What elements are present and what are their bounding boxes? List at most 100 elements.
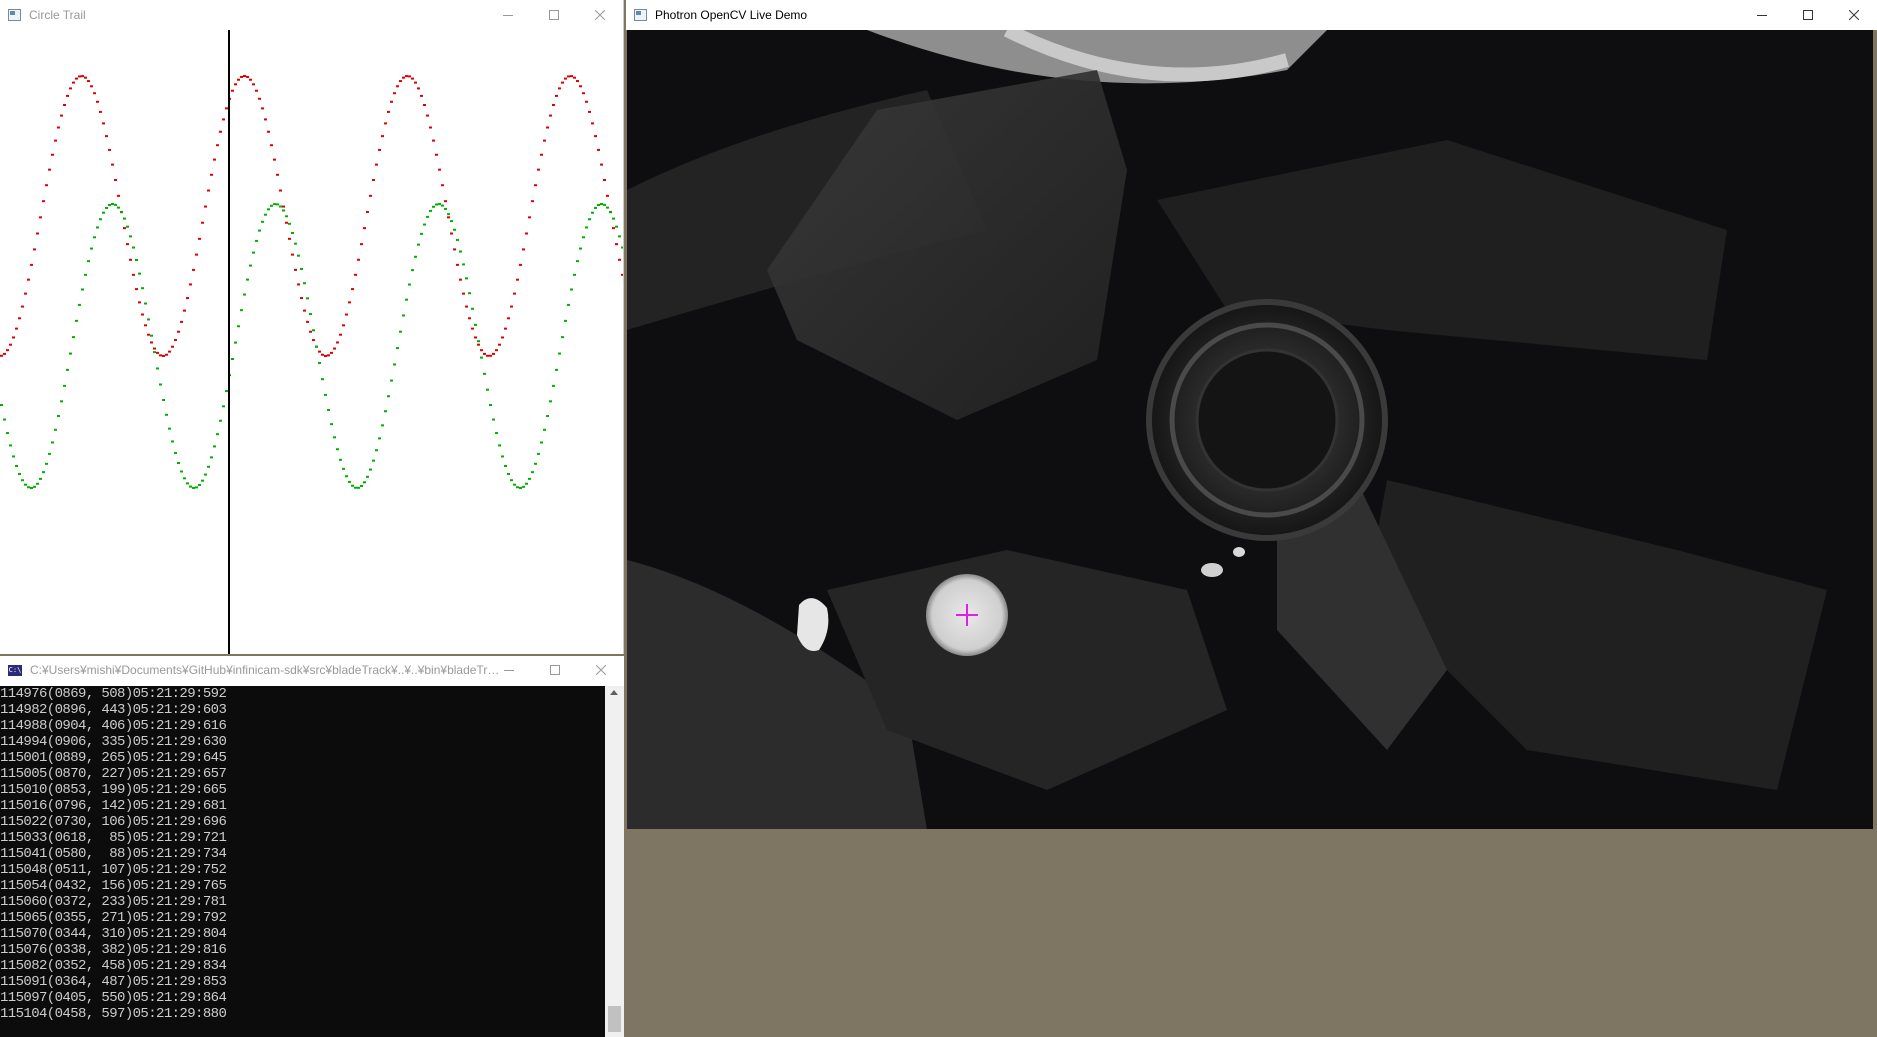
live-demo-window: Photron OpenCV Live Demo bbox=[626, 0, 1877, 832]
trail-point-green bbox=[126, 225, 129, 228]
trail-point-green bbox=[213, 445, 216, 448]
trail-point-red bbox=[66, 94, 69, 97]
trail-point-green bbox=[12, 455, 15, 458]
trail-point-green bbox=[231, 358, 234, 361]
trail-point-red bbox=[366, 210, 369, 213]
trail-point-red bbox=[561, 81, 564, 84]
trail-point-green bbox=[411, 269, 414, 272]
camera-view[interactable] bbox=[627, 30, 1873, 829]
trail-point-red bbox=[585, 100, 588, 103]
trail-point-red bbox=[615, 243, 618, 246]
trail-canvas bbox=[0, 30, 623, 654]
trail-point-green bbox=[621, 246, 623, 249]
console-output[interactable]: 114976(0869, 508)05:21:29:592 114982(0896… bbox=[0, 686, 605, 1037]
trail-point-red bbox=[273, 158, 276, 161]
close-button[interactable] bbox=[1831, 0, 1877, 30]
trail-point-green bbox=[525, 482, 528, 485]
trail-point-green bbox=[111, 203, 114, 206]
minimize-button[interactable] bbox=[1739, 0, 1785, 30]
trail-point-green bbox=[396, 347, 399, 350]
trail-point-green bbox=[468, 292, 471, 295]
live-titlebar[interactable]: Photron OpenCV Live Demo bbox=[626, 0, 1877, 30]
trail-point-red bbox=[6, 349, 9, 352]
console-line: 115048(0511, 107)05:21:29:752 bbox=[0, 862, 227, 878]
trail-point-red bbox=[42, 200, 45, 203]
trail-point-red bbox=[93, 92, 96, 95]
trail-point-red bbox=[465, 305, 468, 308]
trail-point-green bbox=[456, 238, 459, 241]
trail-point-green bbox=[555, 368, 558, 371]
trail-point-red bbox=[159, 354, 162, 357]
trail-point-red bbox=[426, 114, 429, 117]
trail-point-red bbox=[237, 78, 240, 81]
trail-point-red bbox=[414, 81, 417, 84]
trail-point-green bbox=[564, 319, 567, 322]
trail-point-green bbox=[369, 468, 372, 471]
console-scrollbar[interactable] bbox=[605, 686, 624, 1037]
trail-point-red bbox=[540, 153, 543, 156]
trail-point-green bbox=[54, 428, 57, 431]
trail-point-red bbox=[339, 333, 342, 336]
trail-point-red bbox=[225, 107, 228, 110]
trail-point-red bbox=[174, 339, 177, 342]
trail-point-green bbox=[270, 204, 273, 207]
trail-point-red bbox=[429, 126, 432, 129]
trail-point-red bbox=[135, 288, 138, 291]
trail-point-red bbox=[519, 263, 522, 266]
trail-point-green bbox=[390, 379, 393, 382]
trail-point-green bbox=[519, 486, 522, 489]
minimize-button[interactable] bbox=[485, 0, 531, 30]
minimize-button[interactable] bbox=[486, 656, 532, 684]
trail-point-red bbox=[408, 75, 411, 78]
trail-point-green bbox=[96, 226, 99, 229]
trail-point-green bbox=[171, 440, 174, 443]
scroll-up-icon[interactable] bbox=[610, 690, 618, 695]
maximize-button[interactable] bbox=[531, 0, 577, 30]
trail-point-green bbox=[342, 467, 345, 470]
trail-point-green bbox=[345, 475, 348, 478]
trail-point-red bbox=[405, 75, 408, 78]
trail-point-green bbox=[105, 206, 108, 209]
console-titlebar[interactable]: C:\ C:¥Users¥mishi¥Documents¥GitHub¥infi… bbox=[0, 656, 624, 684]
trail-point-green bbox=[174, 451, 177, 454]
trail-point-red bbox=[81, 75, 84, 78]
trail-point-green bbox=[150, 334, 153, 337]
console-line: 114994(0906, 335)05:21:29:630 bbox=[0, 734, 227, 750]
scroll-thumb[interactable] bbox=[608, 1006, 621, 1032]
trail-point-red bbox=[582, 92, 585, 95]
trail-point-green bbox=[393, 363, 396, 366]
trail-point-green bbox=[357, 486, 360, 489]
trail-point-green bbox=[63, 384, 66, 387]
trail-titlebar[interactable]: Circle Trail bbox=[0, 0, 623, 30]
trail-point-red bbox=[606, 194, 609, 197]
trail-point-red bbox=[12, 336, 15, 339]
trail-point-green bbox=[453, 228, 456, 231]
trail-point-red bbox=[594, 135, 597, 138]
trail-point-red bbox=[45, 184, 48, 187]
maximize-button[interactable] bbox=[1785, 0, 1831, 30]
trail-point-red bbox=[30, 263, 33, 266]
trail-point-green bbox=[282, 209, 285, 212]
close-button[interactable] bbox=[578, 656, 624, 684]
trail-point-green bbox=[168, 427, 171, 430]
trail-point-green bbox=[84, 273, 87, 276]
console-line: 115033(0618, 85)05:21:29:721 bbox=[0, 830, 227, 846]
trail-point-green bbox=[177, 461, 180, 464]
trail-point-red bbox=[210, 173, 213, 176]
trail-point-green bbox=[582, 236, 585, 239]
maximize-button[interactable] bbox=[532, 656, 578, 684]
trail-point-red bbox=[570, 75, 573, 78]
trail-point-green bbox=[534, 462, 537, 465]
trail-point-red bbox=[390, 100, 393, 103]
trail-point-red bbox=[198, 237, 201, 240]
trail-point-green bbox=[237, 325, 240, 328]
trail-point-red bbox=[504, 327, 507, 330]
trail-point-red bbox=[288, 237, 291, 240]
trail-point-green bbox=[408, 283, 411, 286]
trail-point-red bbox=[129, 258, 132, 261]
trail-point-green bbox=[354, 486, 357, 489]
window-title: Photron OpenCV Live Demo bbox=[655, 8, 808, 22]
trail-point-green bbox=[465, 277, 468, 280]
close-button[interactable] bbox=[577, 0, 623, 30]
console-line: 115070(0344, 310)05:21:29:804 bbox=[0, 926, 227, 942]
